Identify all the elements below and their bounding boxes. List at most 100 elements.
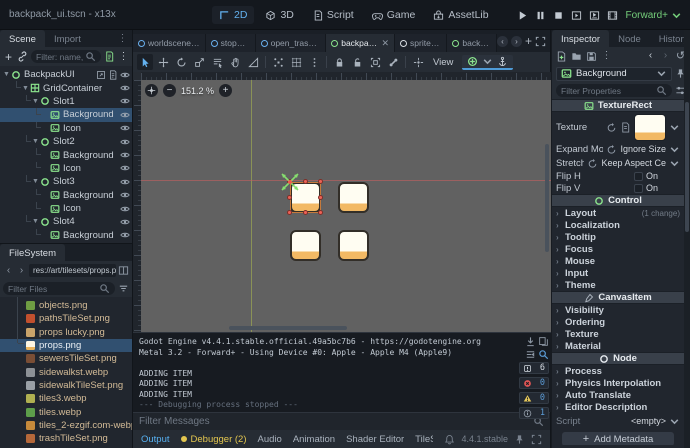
play-scene-button[interactable] — [571, 10, 582, 21]
inspector-scrollbar[interactable] — [684, 30, 690, 448]
scene-tab-backpack[interactable]: backpack — [447, 34, 497, 52]
visibility-toggle[interactable] — [120, 230, 130, 240]
open-scene-button[interactable] — [96, 70, 106, 80]
tree-node-gridcontainer[interactable]: ▼GridContainer — [0, 81, 132, 94]
copy-output-button[interactable] — [538, 336, 549, 347]
group-material[interactable]: ›Material — [552, 340, 684, 352]
file-pathsTileSet.png[interactable]: pathsTileSet.png — [0, 312, 132, 325]
selection-handle[interactable] — [287, 179, 292, 184]
lock-node-button[interactable] — [331, 54, 347, 70]
tree-node-background[interactable]: Background — [0, 108, 132, 121]
scroll-to-end-button[interactable] — [525, 336, 536, 347]
file-sidewalkTileSet.png[interactable]: sidewalkTileSet.png — [0, 379, 132, 392]
fs-path-field[interactable]: res://art/tilesets/props.pn — [29, 264, 116, 277]
movie-maker-button[interactable] — [607, 10, 618, 21]
tree-node-icon[interactable]: Icon — [0, 202, 132, 215]
visibility-toggle[interactable] — [120, 123, 130, 133]
skeleton-options-button[interactable] — [385, 54, 401, 70]
select-tool-button[interactable] — [137, 54, 153, 70]
file-tiles3.webp[interactable]: tiles3.webp — [0, 392, 132, 405]
group-layout[interactable]: ›Layout(1 change) — [552, 207, 684, 219]
revert-button[interactable] — [606, 122, 617, 133]
zoom-out-button[interactable]: − — [163, 84, 176, 97]
texture-preview[interactable] — [634, 114, 666, 141]
fs-back-button[interactable]: ‹ — [3, 265, 14, 276]
tab-scene[interactable]: Scene — [0, 30, 45, 47]
scene-tab-spritesoda[interactable]: spritesoda — [395, 34, 447, 52]
tab-scroll-right-button[interactable]: › — [511, 36, 522, 47]
visibility-toggle[interactable] — [120, 204, 130, 214]
scene-filter-input[interactable]: Filter: name, t — [31, 50, 101, 63]
tree-node-slot2[interactable]: ▼Slot2 — [0, 135, 132, 148]
tab-import[interactable]: Import — [45, 30, 90, 47]
visibility-toggle[interactable] — [120, 137, 130, 147]
slot2-background-sprite[interactable] — [338, 182, 369, 213]
unlock-node-button[interactable] — [349, 54, 365, 70]
resource-picker-button[interactable] — [620, 122, 631, 133]
message-bang-badge[interactable]: 6 — [519, 362, 549, 374]
pan-tool-button[interactable] — [227, 54, 243, 70]
group-visibility[interactable]: ›Visibility — [552, 304, 684, 316]
resource-extra-menu-icon[interactable]: ⋮ — [601, 51, 612, 62]
renderer-select[interactable]: Forward+ — [625, 0, 682, 30]
selection-handle[interactable] — [318, 210, 323, 215]
anchor-preset-button[interactable] — [467, 56, 478, 67]
expander-icon[interactable]: ▼ — [31, 138, 40, 145]
file-props lucky.png[interactable]: props lucky.png — [0, 326, 132, 339]
group-focus[interactable]: ›Focus — [552, 243, 684, 255]
slot4-background-sprite[interactable] — [338, 230, 369, 261]
scene-tab-worldscene_final[interactable]: worldscene_final — [133, 34, 206, 52]
instance-scene-button[interactable] — [17, 51, 28, 62]
load-resource-button[interactable] — [571, 51, 582, 62]
category-texturerect[interactable]: TextureRect — [552, 99, 684, 112]
list-select-tool-button[interactable] — [209, 54, 225, 70]
category-canvasitem[interactable]: CanvasItem — [552, 291, 684, 304]
pin-bottom-panel-button[interactable] — [514, 434, 525, 445]
pause-button[interactable] — [535, 10, 546, 21]
group-input[interactable]: ›Input — [552, 267, 684, 279]
script-button[interactable] — [108, 70, 118, 80]
move-tool-button[interactable] — [155, 54, 171, 70]
visibility-toggle[interactable] — [120, 110, 130, 120]
tree-node-backpackui[interactable]: ▼BackpackUI — [0, 68, 132, 81]
workspace-tab-2d[interactable]: 2D — [212, 6, 254, 24]
group-tooltip[interactable]: ›Tooltip — [552, 231, 684, 243]
visibility-toggle[interactable] — [120, 190, 130, 200]
close-tab-icon[interactable]: ✕ — [381, 38, 389, 49]
grid-snap-button[interactable] — [288, 54, 304, 70]
workspace-tab-script[interactable]: Script — [305, 6, 361, 24]
visibility-toggle[interactable] — [120, 70, 130, 80]
expand-bottom-panel-button[interactable] — [531, 434, 542, 445]
group-process[interactable]: ›Process — [552, 365, 684, 377]
selection-handle[interactable] — [318, 195, 323, 200]
tab-inspector[interactable]: Inspector — [552, 30, 609, 47]
revert-button[interactable] — [606, 144, 617, 155]
property-value-dropdown[interactable]: Keep Aspect Ce — [601, 158, 666, 168]
expander-icon[interactable]: ▼ — [31, 98, 40, 105]
info-circle-badge[interactable]: 1 — [519, 407, 549, 419]
notifications-icon[interactable] — [444, 434, 455, 445]
tree-node-slot1[interactable]: ▼Slot1 — [0, 95, 132, 108]
fs-sort-button[interactable] — [118, 283, 129, 294]
inspector-filter-input[interactable]: Filter Properties — [556, 84, 672, 97]
group-physics-interpolation[interactable]: ›Physics Interpolation — [552, 377, 684, 389]
tab-filesystem[interactable]: FileSystem — [0, 244, 65, 261]
selection-handle[interactable] — [318, 179, 323, 184]
script-value-dropdown[interactable]: <empty> — [631, 416, 666, 426]
viewport-hscrollbar[interactable] — [229, 326, 347, 330]
fs-filter-input[interactable]: Filter Files — [3, 282, 115, 295]
search-output-button[interactable] — [538, 349, 549, 360]
scene-tab-backpack_ui[interactable]: backpack_ui✕ — [326, 34, 395, 52]
fs-split-mode-button[interactable] — [118, 265, 129, 276]
visibility-toggle[interactable] — [120, 217, 130, 227]
selection-handle[interactable] — [303, 210, 308, 215]
new-resource-button[interactable] — [556, 51, 567, 62]
group-texture[interactable]: ›Texture — [552, 328, 684, 340]
warning-triangle-badge[interactable]: 0 — [519, 392, 549, 404]
fs-forward-button[interactable]: › — [16, 265, 27, 276]
group-localization[interactable]: ›Localization — [552, 219, 684, 231]
tab-node[interactable]: Node — [609, 30, 650, 47]
checkbox[interactable] — [634, 172, 643, 181]
file-tiles.webp[interactable]: tiles.webp — [0, 405, 132, 418]
tree-node-background[interactable]: Background — [0, 229, 132, 242]
